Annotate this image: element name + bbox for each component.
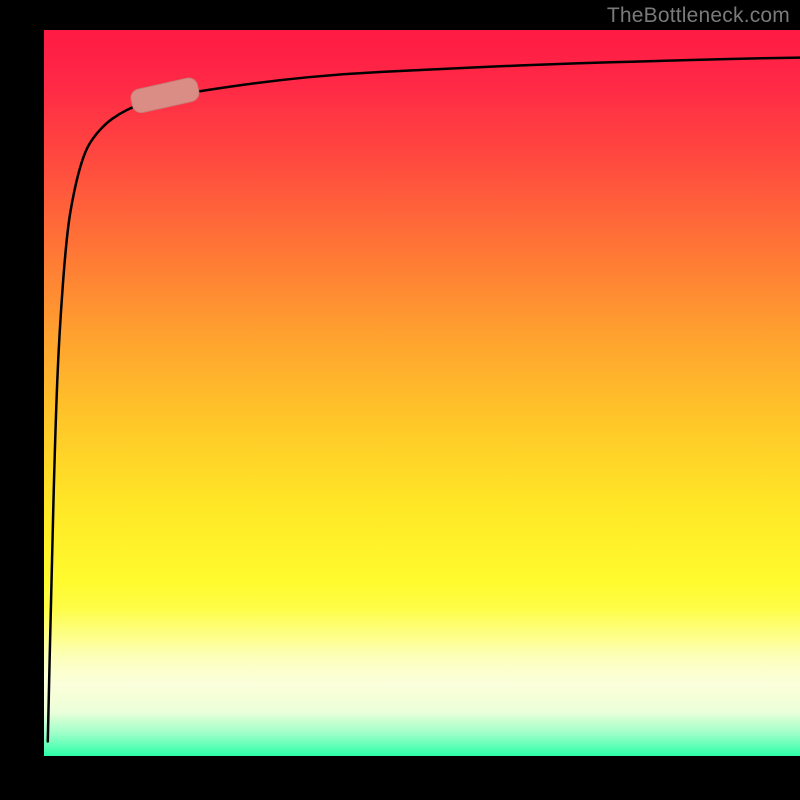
- gradient-background: [44, 30, 800, 756]
- chart-canvas: TheBottleneck.com: [0, 0, 800, 800]
- axis-bottom: [44, 756, 800, 758]
- plot-area: [44, 30, 800, 756]
- attribution-text: TheBottleneck.com: [607, 4, 790, 28]
